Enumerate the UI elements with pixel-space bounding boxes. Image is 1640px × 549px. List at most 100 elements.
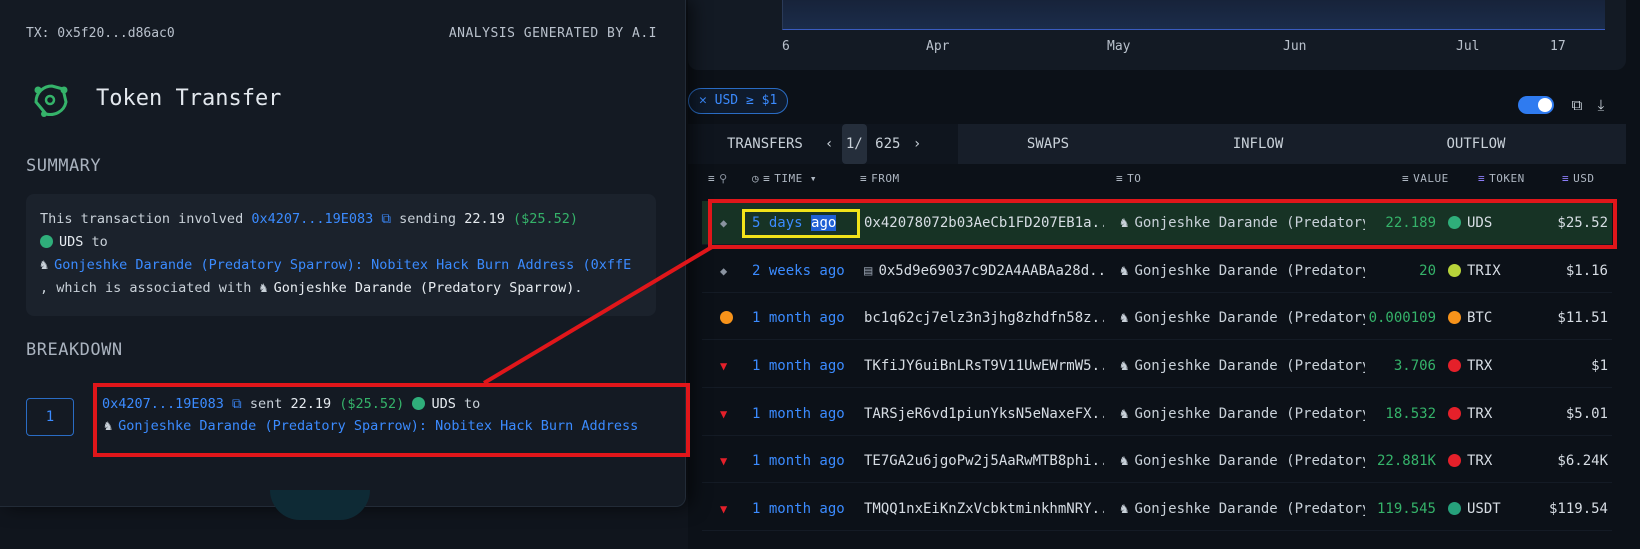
value: 18.532 [1385, 406, 1436, 422]
table-row[interactable]: ▼ 1 month ago TMQQ1nxEiKnZxVcbktminkhmNR… [702, 487, 1612, 531]
filter-icon[interactable]: ≡ [1116, 172, 1123, 185]
token[interactable]: USDT [1448, 487, 1528, 531]
token[interactable]: TRX [1448, 392, 1528, 436]
token[interactable]: TRIX [1448, 249, 1528, 293]
from-address[interactable]: TE7GA2u6jgoPw2j5AaRwMTB8phi... [864, 439, 1104, 483]
to-entity[interactable]: ♞ Gonjeshke Darande (Predatory [1120, 487, 1365, 531]
sparrow-icon: ♞ [1120, 263, 1129, 279]
time-link[interactable]: 1 month ago [752, 344, 852, 388]
destination-link[interactable]: Gonjeshke Darande (Predatory Sparrow): N… [54, 257, 631, 273]
summary-text: sending [391, 211, 465, 227]
time-link[interactable]: 2 weeks ago [752, 249, 852, 293]
from-address[interactable]: TMQQ1nxEiKnZxVcbktminkhmNRY... [864, 487, 1104, 531]
trix-token-icon [1448, 264, 1461, 277]
from-address-link[interactable]: 0x4207...19E083 [251, 211, 373, 227]
filter-icon[interactable]: ≡ [1402, 172, 1409, 185]
sparrow-icon: ♞ [40, 257, 49, 273]
filter-icon[interactable]: ≡ [1562, 172, 1569, 185]
tab-outflow[interactable]: OUTFLOW [1386, 124, 1566, 164]
chart-tick: May [1107, 39, 1131, 54]
tron-icon: ▼ [720, 454, 728, 468]
usd-value: $119.54 [1548, 501, 1608, 517]
amount: 22.19 [464, 211, 505, 227]
to-entity[interactable]: ♞ Gonjeshke Darande (Predatory [1120, 296, 1365, 340]
time-link[interactable]: 1 month ago [752, 487, 852, 531]
token[interactable]: BTC [1448, 296, 1528, 340]
value: 3.706 [1393, 358, 1436, 374]
page-number[interactable]: 1/ [841, 124, 867, 164]
tx-hash[interactable]: TX: 0x5f20...d86ac0 [26, 26, 175, 41]
summary-text: to [83, 234, 108, 250]
column-usd[interactable]: ≡ USD [1562, 172, 1595, 192]
summary-text: . [574, 280, 583, 296]
transfers-panel: 6 Apr May Jun Jul 17 ✕ USD ≥ $1 ⧉ ⤓ TRAN… [688, 0, 1640, 549]
chart-tick: 17 [1550, 39, 1566, 54]
column-token[interactable]: ≡ TOKEN [1478, 172, 1525, 192]
usd-value: $6.24K [1557, 453, 1608, 469]
bitcoin-icon [720, 296, 736, 340]
column-time[interactable]: ◷ ≡ TIME ▾ [752, 172, 817, 192]
table-row[interactable]: ◆ 2 weeks ago ▤ 0x5d9e69037c9D2A4AABAa28d… [702, 249, 1612, 293]
to-entity[interactable]: ♞ Gonjeshke Darande (Predatory [1120, 439, 1365, 483]
column-from-label: FROM [871, 172, 900, 185]
table-row[interactable]: 1 month ago bc1q62cj7elz3n3jhg8zhdfn58z.… [702, 296, 1612, 340]
chart-tick: Jun [1283, 39, 1307, 54]
usd-value: $1 [1591, 358, 1608, 374]
to-entity[interactable]: ♞ Gonjeshke Darande (Predatory [1120, 344, 1365, 388]
history-chart: 6 Apr May Jun Jul 17 [688, 0, 1626, 70]
decorative-shape [270, 490, 370, 520]
filter-icon[interactable]: ≡ [1478, 172, 1485, 185]
chevron-right-icon[interactable]: › [913, 136, 921, 152]
column-from[interactable]: ≡ FROM [860, 172, 900, 192]
trx-token-icon [1448, 407, 1461, 420]
filter-chip-label: USD ≥ $1 [714, 93, 778, 108]
usd-filter-chip[interactable]: ✕ USD ≥ $1 [688, 88, 789, 114]
summary-heading: SUMMARY [26, 156, 102, 176]
value: 0.000109 [1368, 310, 1436, 326]
entity-link[interactable]: Gonjeshke Darande (Predatory Sparrow) [274, 280, 575, 296]
annotation-box [93, 383, 690, 457]
time-link[interactable]: 1 month ago [752, 296, 852, 340]
tab-swaps[interactable]: SWAPS [958, 124, 1138, 164]
to-entity[interactable]: ♞ Gonjeshke Darande (Predatory [1120, 249, 1365, 293]
close-icon[interactable]: ✕ [699, 93, 707, 108]
toggle-switch[interactable] [1518, 96, 1554, 114]
token[interactable]: TRX [1448, 344, 1528, 388]
sparrow-icon: ♞ [1120, 358, 1129, 374]
download-icon[interactable]: ⤓ [1592, 96, 1610, 114]
chart-tick: Apr [926, 39, 950, 54]
chevron-left-icon[interactable]: ‹ [825, 136, 833, 152]
column-to[interactable]: ≡ TO [1116, 172, 1141, 192]
token[interactable]: TRX [1448, 439, 1528, 483]
table-row[interactable]: ▼ 1 month ago TE7GA2u6jgoPw2j5AaRwMTB8ph… [702, 439, 1612, 483]
sparrow-icon: ♞ [1120, 406, 1129, 422]
table-row[interactable]: ▼ 1 month ago TARSjeR6vd1piunYksN5eNaxeF… [702, 392, 1612, 436]
filter-icon[interactable]: ≡ ⚲ [708, 172, 728, 192]
filter-icon[interactable]: ≡ [763, 172, 770, 185]
time-link[interactable]: 1 month ago [752, 392, 852, 436]
column-time-label: TIME [774, 172, 803, 185]
usdt-token-icon [1448, 502, 1461, 515]
from-address[interactable]: TARSjeR6vd1piunYksN5eNaxeFX... [864, 392, 1104, 436]
to-entity[interactable]: ♞ Gonjeshke Darande (Predatory [1120, 392, 1365, 436]
from-address[interactable]: ▤ 0x5d9e69037c9D2A4AABAa28d... [864, 249, 1104, 293]
table-row[interactable]: ▼ 1 month ago TKfiJY6uiBnLRsT9V11UwEWrmW… [702, 344, 1612, 388]
chevron-down-icon[interactable]: ▾ [810, 172, 817, 185]
sparrow-icon: ♞ [1120, 310, 1129, 326]
copy-icon[interactable]: ⧉ [373, 211, 391, 227]
transfer-tabs: TRANSFERS ‹ 1/ 625 › SWAPS INFLOW OUTFLO… [688, 124, 1626, 164]
summary-text: , which is associated with [40, 280, 260, 296]
from-address[interactable]: TKfiJY6uiBnLRsT9V11UwEWrmW5... [864, 344, 1104, 388]
breakdown-index[interactable]: 1 [26, 398, 74, 436]
filter-icon[interactable]: ≡ [860, 172, 867, 185]
from-address[interactable]: bc1q62cj7elz3n3jhg8zhdfn58z... [864, 296, 1104, 340]
column-value[interactable]: ≡ VALUE [1402, 172, 1449, 192]
tab-inflow[interactable]: INFLOW [1168, 124, 1348, 164]
tron-icon: ▼ [720, 407, 728, 421]
copy-icon[interactable]: ⧉ [1568, 96, 1586, 114]
token-link[interactable]: UDS [59, 234, 83, 250]
time-link[interactable]: 1 month ago [752, 439, 852, 483]
breakdown-heading: BREAKDOWN [26, 340, 123, 360]
value: 20 [1419, 263, 1436, 279]
summary-box: This transaction involved 0x4207...19E08… [26, 194, 656, 316]
